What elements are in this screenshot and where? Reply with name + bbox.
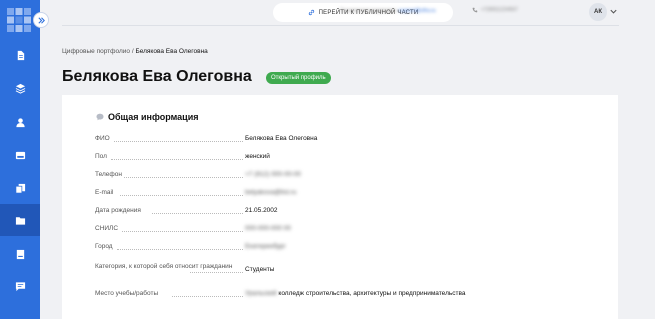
section-title-text: Общая информация [108,112,199,122]
field-value: Уральский колледж строительства, архитек… [245,290,465,297]
user-menu-toggle[interactable] [609,7,618,16]
breadcrumb-parent-link[interactable]: Цифровые портфолио [62,48,130,55]
sidebar-item-layers[interactable] [0,72,40,104]
field-label: Телефон [95,171,122,178]
field-value: belyakova@list.ru [245,189,297,196]
sidebar-item-document[interactable] [0,39,40,71]
files-icon [15,183,26,194]
field-value: +7 (912) 000-00-00 [245,171,301,178]
dotted-leader [122,231,243,232]
field-value: 000-000-000 00 [245,225,291,232]
field-label: Город [95,243,113,250]
folder-icon [15,215,26,226]
sidebar-item-copy[interactable] [0,172,40,204]
field-value: Екатеринбург [245,243,286,250]
sidebar-item-profile[interactable] [0,106,40,138]
field-label: Категория, к которой себя относит гражда… [95,263,233,270]
dotted-leader [152,213,243,214]
dotted-leader [111,159,243,160]
section-title: Общая информация [96,112,198,122]
sidebar-item-chat[interactable] [0,270,40,302]
field-value: женский [245,153,270,160]
app-logo-icon[interactable] [6,7,32,33]
breadcrumb-separator: / [131,48,134,55]
layers-icon [15,83,26,94]
dotted-leader [190,272,243,273]
phone-icon [472,7,478,13]
dotted-leader [172,296,243,297]
user-avatar[interactable]: АК [589,3,607,21]
field-value: 21.05.2002 [245,207,278,214]
field-label: Место учебы/работы [95,290,159,297]
link-icon [308,9,315,16]
chat-bubble-icon [96,113,104,121]
phone-number: +7(900)1234567 [481,7,518,13]
field-value: Белякова Ева Олеговна [245,135,318,142]
chevron-down-icon [609,7,618,16]
sidebar-item-book[interactable] [0,238,40,270]
sidebar [0,0,40,319]
sidebar-collapse-button[interactable] [33,12,49,28]
sidebar-item-portfolio[interactable] [0,204,40,236]
field-value-prefix: Уральский [245,290,277,297]
dotted-leader [117,249,243,250]
field-label: Дата рождения [95,207,141,214]
book-icon [15,249,26,260]
field-label: СНИЛС [95,225,119,232]
dotted-leader [114,141,243,142]
breadcrumb: Цифровые портфолио / Белякова Ева Олегов… [62,48,208,55]
sidebar-item-inbox[interactable] [0,139,40,171]
dotted-leader [124,177,243,178]
page-title: Белякова Ева Олеговна [62,68,252,85]
double-chevron-right-icon [37,16,46,25]
dotted-leader [120,195,243,196]
inbox-icon [15,150,26,161]
field-label: Пол [95,153,107,160]
support-contact: Техническая поддержка: support@cifra.ru [340,8,436,14]
document-icon [15,50,26,61]
field-value-text: колледж строительства, архитектуры и пре… [278,290,466,297]
breadcrumb-current: Белякова Ева Олеговна [135,48,208,55]
field-label: ФИО [95,135,110,142]
support-phone: +7(900)1234567 [472,7,518,13]
support-email-link[interactable]: support@cifra.ru [399,8,436,14]
support-label: Техническая поддержка: [340,8,398,14]
field-label: E-mail [95,189,114,196]
field-value: Студенты [245,266,275,273]
status-badge: Открытый профиль [266,72,331,84]
user-icon [15,117,26,128]
general-info-card: Общая информация ФИО Белякова Ева Олегов… [62,95,618,319]
chat-icon [15,281,26,292]
